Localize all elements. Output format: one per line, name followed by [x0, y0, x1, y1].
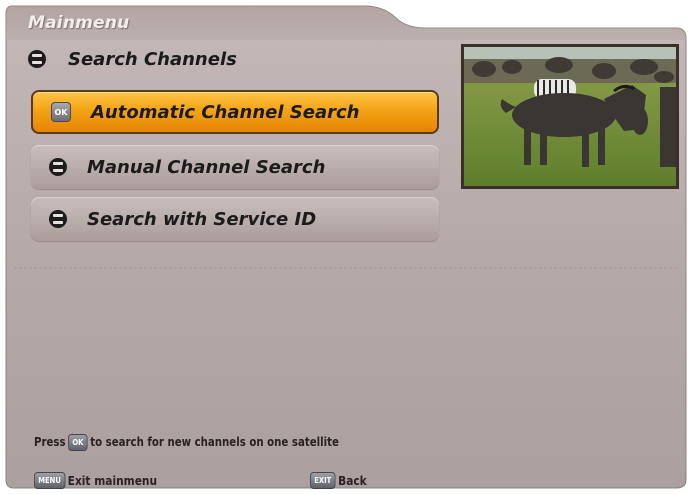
help-text-suffix: to search for new channels on one satell… — [90, 435, 339, 449]
menu-item-label: Manual Channel Search — [87, 156, 326, 178]
double-arrow-icon — [28, 50, 46, 68]
section-label: Search Channels — [68, 48, 237, 70]
exit-key-icon: EXIT — [310, 471, 336, 489]
back-label: Back — [338, 472, 367, 488]
back-button[interactable]: EXIT Back — [310, 470, 367, 490]
ok-icon: OK — [51, 102, 71, 122]
menu-item-automatic-channel-search[interactable]: OK Automatic Channel Search — [31, 90, 439, 134]
double-arrow-icon — [49, 158, 67, 176]
wildebeest-preview-image — [464, 47, 676, 186]
tv-preview-window — [461, 44, 679, 189]
ok-key-icon: OK — [68, 433, 88, 451]
double-arrow-icon — [49, 210, 67, 228]
help-text-prefix: Press — [34, 435, 66, 449]
help-text: Press OK to search for new channels on o… — [34, 432, 339, 452]
section-header: Search Channels — [28, 46, 237, 72]
menu-item-label: Automatic Channel Search — [91, 101, 360, 123]
exit-mainmenu-button[interactable]: MENU Exit mainmenu — [34, 470, 157, 490]
exit-mainmenu-label: Exit mainmenu — [67, 472, 158, 488]
main-menu-panel: Mainmenu Search Channels OK Automatic Ch… — [4, 4, 688, 490]
menu-item-label: Search with Service ID — [87, 208, 317, 230]
menu-key-icon: MENU — [34, 471, 66, 489]
menu-item-search-with-service-id[interactable]: Search with Service ID — [31, 197, 439, 241]
page-title: Mainmenu — [28, 13, 130, 33]
menu-item-manual-channel-search[interactable]: Manual Channel Search — [31, 145, 439, 189]
